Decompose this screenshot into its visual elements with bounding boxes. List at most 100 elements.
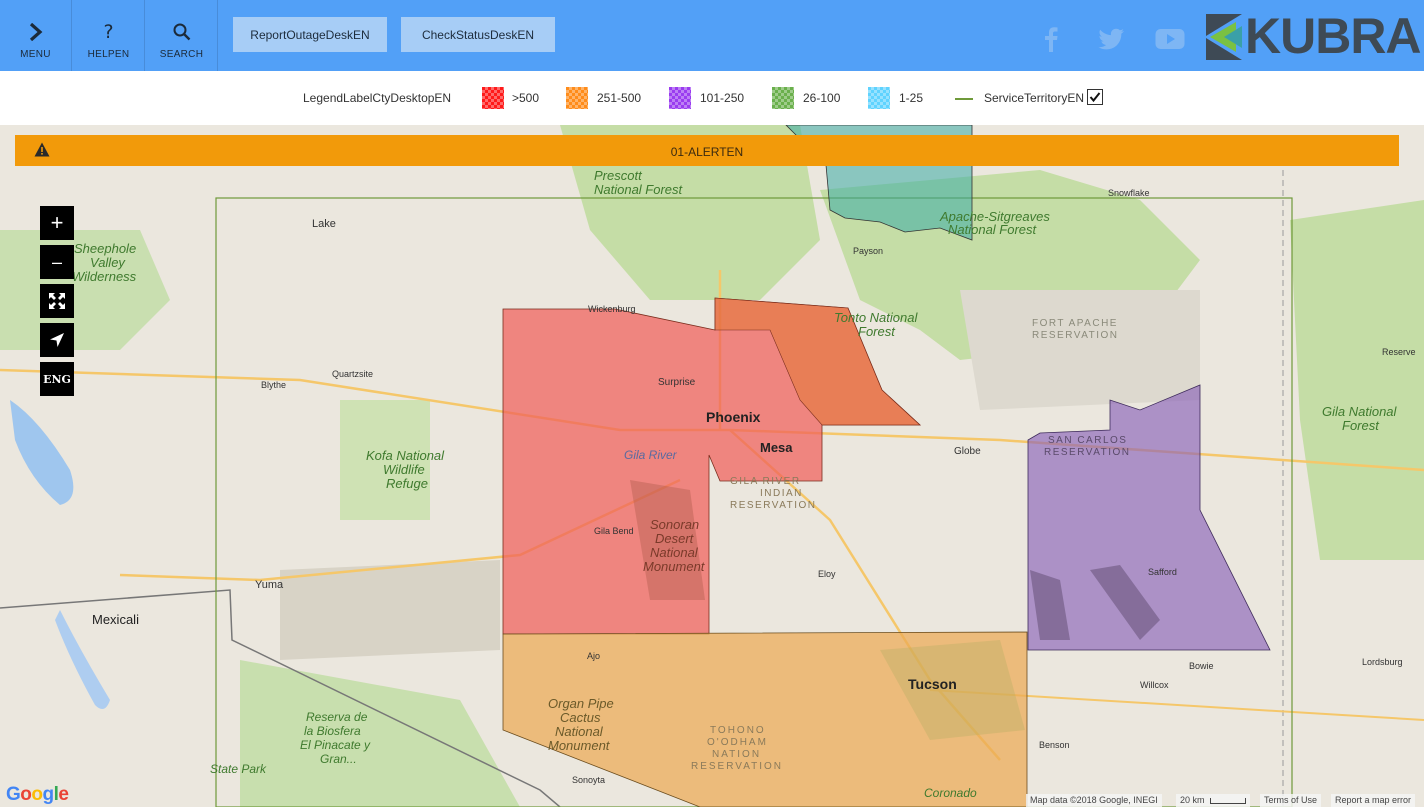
check-status-button[interactable]: CheckStatusDeskEN <box>401 17 555 52</box>
map-label-willcox: Willcox <box>1140 680 1169 690</box>
fullscreen-icon <box>49 293 65 309</box>
legend-label-1: 251-500 <box>597 91 642 105</box>
map-label-gila-bend: Gila Bend <box>594 526 634 536</box>
service-territory-label: ServiceTerritoryEN <box>984 91 1085 105</box>
legend-swatch-1 <box>566 87 588 109</box>
search-label: SEARCH <box>159 49 204 60</box>
legend-label-3: 26-100 <box>803 91 841 105</box>
map-label-san-carlos-res: RESERVATION <box>1044 447 1131 458</box>
map-label-tohono: TOHONO <box>710 725 766 736</box>
service-territory-line-icon <box>955 98 973 100</box>
map-label-cactus: Cactus <box>560 710 601 725</box>
service-territory-checkbox[interactable] <box>1087 89 1103 105</box>
menu-button[interactable]: MENU <box>0 0 72 71</box>
map-attribution: Map data ©2018 Google, INEGI <box>1026 794 1162 807</box>
kubra-logo: KUBRA <box>1206 10 1422 62</box>
location-arrow-icon <box>50 333 64 347</box>
legend-label-2: 101-250 <box>700 91 745 105</box>
google-logo: Google <box>6 784 69 805</box>
map-label-reserve: Reserve <box>1382 347 1416 357</box>
map-label-gila-river-res: GILA RIVER <box>730 476 801 487</box>
alert-banner[interactable]: 01-ALERTEN <box>15 135 1399 166</box>
legend-bar: LegendLabelCtyDesktopEN >500 251-500 101-2… <box>0 71 1424 125</box>
legend-swatch-2 <box>669 87 691 109</box>
map-label-prescott: Prescott <box>594 168 643 183</box>
map-label-sonoran: Sonoran <box>650 517 699 532</box>
outage-map[interactable]: Phoenix Mesa Tucson Mexicali Lake Yuma S… <box>0 125 1424 807</box>
language-button[interactable]: ENG <box>40 362 74 396</box>
map-label-kofa: Kofa National <box>366 448 445 463</box>
map-label-blythe: Blythe <box>261 380 286 390</box>
map-label-apache-nf: National Forest <box>948 222 1038 237</box>
map-label-sonoran-national: National <box>650 545 699 560</box>
report-outage-button[interactable]: ReportOutageDeskEN <box>233 17 387 52</box>
map-label-nation: NATION <box>712 749 761 760</box>
map-label-quartzsite: Quartzsite <box>332 369 373 379</box>
legend-swatch-3 <box>772 87 794 109</box>
legend-label-4: 1-25 <box>899 91 924 105</box>
map-label-sonoran-monument: Monument <box>643 559 706 574</box>
map-label-valley: Valley <box>90 255 126 270</box>
legend-swatch-4 <box>868 87 890 109</box>
map-label-surprise: Surprise <box>658 377 696 388</box>
map-label-prescott-nf: National Forest <box>594 182 684 197</box>
map-label-gila-nf: Gila National <box>1322 404 1398 419</box>
app-root: Phoenix Mesa Tucson Mexicali Lake Yuma S… <box>0 0 1424 807</box>
map-label-gila-reservation: RESERVATION <box>730 500 817 511</box>
map-fort-apache <box>960 290 1200 410</box>
search-icon <box>146 20 217 44</box>
help-label: HELPEN <box>87 49 130 60</box>
map-label-gila-forest: Forest <box>1342 418 1380 433</box>
scale-bar-icon <box>1210 797 1247 804</box>
map-label-bowie: Bowie <box>1189 661 1214 671</box>
help-button[interactable]: ? HELPEN <box>73 0 145 71</box>
twitter-icon[interactable] <box>1095 24 1127 54</box>
map-label-organ-pipe: Organ Pipe <box>548 696 614 711</box>
map-label-mesa: Mesa <box>760 440 793 455</box>
kubra-logo-text: KUBRA <box>1245 8 1422 64</box>
map-label-organ-national: National <box>555 724 604 739</box>
map-label-ajo: Ajo <box>587 651 600 661</box>
map-scale-label: 20 km <box>1180 795 1205 805</box>
map-label-kofa-wildlife: Wildlife <box>383 462 425 477</box>
menu-label: MENU <box>20 49 51 60</box>
alert-text: 01-ALERTEN <box>670 145 744 159</box>
youtube-icon[interactable] <box>1155 24 1185 54</box>
facebook-icon[interactable] <box>1036 24 1066 54</box>
map-label-fort-apache: FORT APACHE <box>1032 318 1118 329</box>
zoom-in-button[interactable]: + <box>40 206 74 240</box>
map-label-san-carlos: SAN CARLOS <box>1048 435 1127 446</box>
map-label-gila-river: Gila River <box>624 448 678 462</box>
map-label-lordsburg: Lordsburg <box>1362 657 1403 667</box>
map-label-safford: Safford <box>1148 567 1177 577</box>
kubra-logo-mark <box>1206 14 1242 60</box>
plus-icon: + <box>50 210 64 235</box>
report-map-error-link[interactable]: Report a map error <box>1331 794 1416 807</box>
minus-icon: – <box>51 252 62 272</box>
question-mark-icon: ? <box>103 21 114 43</box>
legend-title: LegendLabelCtyDesktopEN <box>303 91 452 105</box>
map-label-tucson: Tucson <box>908 676 957 692</box>
map-label-coronado: Coronado <box>924 786 977 800</box>
map-label-phoenix: Phoenix <box>706 409 761 425</box>
legend-swatch-0 <box>482 87 504 109</box>
map-canvas[interactable]: Phoenix Mesa Tucson Mexicali Lake Yuma S… <box>0 125 1424 807</box>
terms-link[interactable]: Terms of Use <box>1260 794 1322 807</box>
map-label-tonto-forest: Forest <box>858 324 896 339</box>
legend-label-0: >500 <box>512 91 540 105</box>
map-label-yuma: Yuma <box>255 579 284 591</box>
zoom-out-button[interactable]: – <box>40 245 74 279</box>
fullscreen-button[interactable] <box>40 284 74 318</box>
map-label-indian: INDIAN <box>760 488 803 499</box>
map-label-biosfera: la Biosfera <box>304 724 361 738</box>
map-label-kofa-refuge: Refuge <box>386 476 428 491</box>
map-label-state-park: State Park <box>210 762 267 776</box>
map-label-sonoyta: Sonoyta <box>572 775 605 785</box>
map-label-tonto: Tonto National <box>834 310 918 325</box>
map-label-eloy: Eloy <box>818 569 836 579</box>
locate-button[interactable] <box>40 323 74 357</box>
map-label-wickenburg: Wickenburg <box>588 304 636 314</box>
map-label-oodham: O'ODHAM <box>707 737 768 748</box>
chevron-right-icon <box>0 20 71 44</box>
search-button[interactable]: SEARCH <box>146 0 218 71</box>
